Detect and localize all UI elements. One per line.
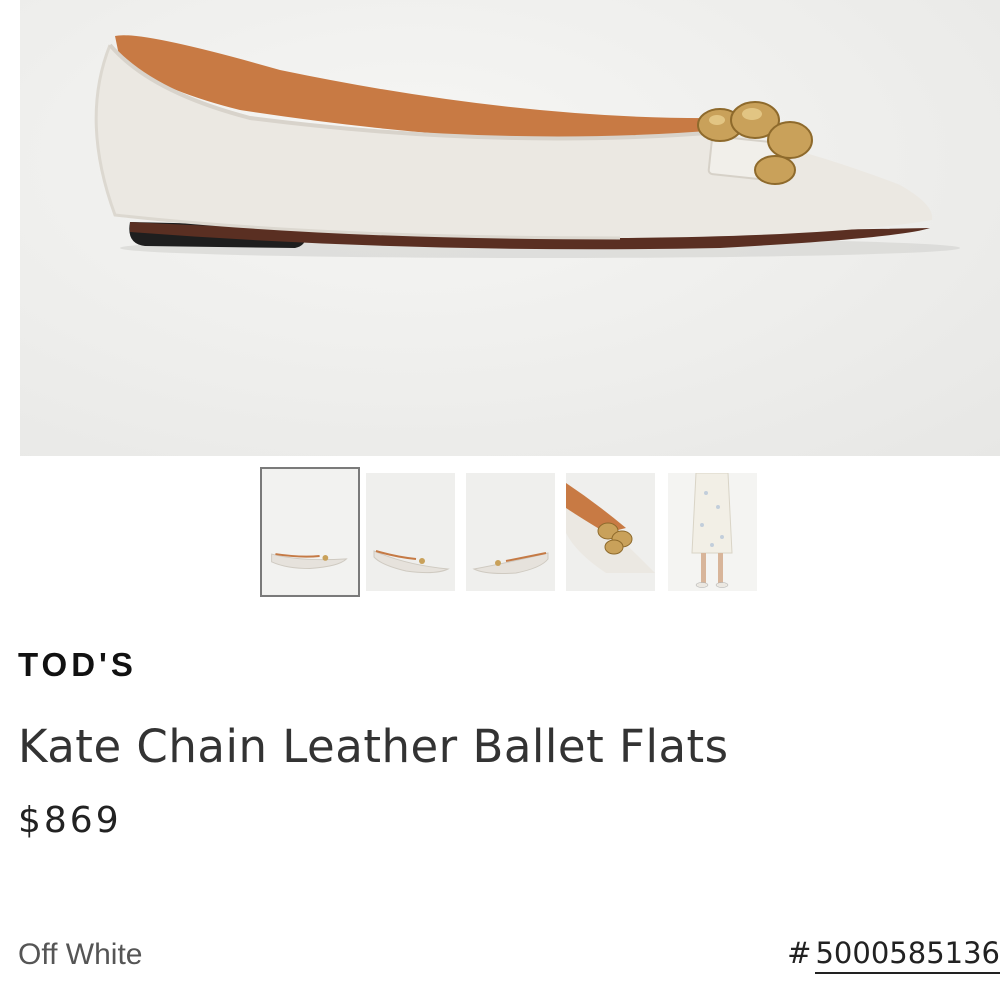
- product-title: Kate Chain Leather Ballet Flats: [18, 720, 729, 773]
- shoe-thumbnail-icon: [262, 469, 358, 595]
- product-price: $869: [18, 800, 122, 841]
- shoe-thumbnail-icon: [366, 473, 455, 591]
- model-thumbnail-icon: [668, 473, 757, 591]
- main-product-image[interactable]: [20, 0, 1000, 456]
- product-sku: #5000585136: [787, 936, 1000, 974]
- thumb-model-wearing[interactable]: [668, 473, 757, 591]
- sku-prefix: #: [787, 936, 812, 970]
- brand-name[interactable]: TOD'S: [18, 646, 137, 684]
- shoe-illustration: [94, 35, 960, 258]
- shoe-thumbnail-icon: [466, 473, 555, 591]
- shoe-thumbnail-icon: [566, 473, 655, 591]
- thumb-side-view-3[interactable]: [466, 473, 555, 591]
- color-name: Off White: [18, 938, 143, 971]
- thumb-side-view-1[interactable]: [260, 467, 360, 597]
- thumb-detail-closeup[interactable]: [566, 473, 655, 591]
- thumb-side-view-2[interactable]: [366, 473, 455, 591]
- sku-number: 5000585136: [815, 936, 1000, 974]
